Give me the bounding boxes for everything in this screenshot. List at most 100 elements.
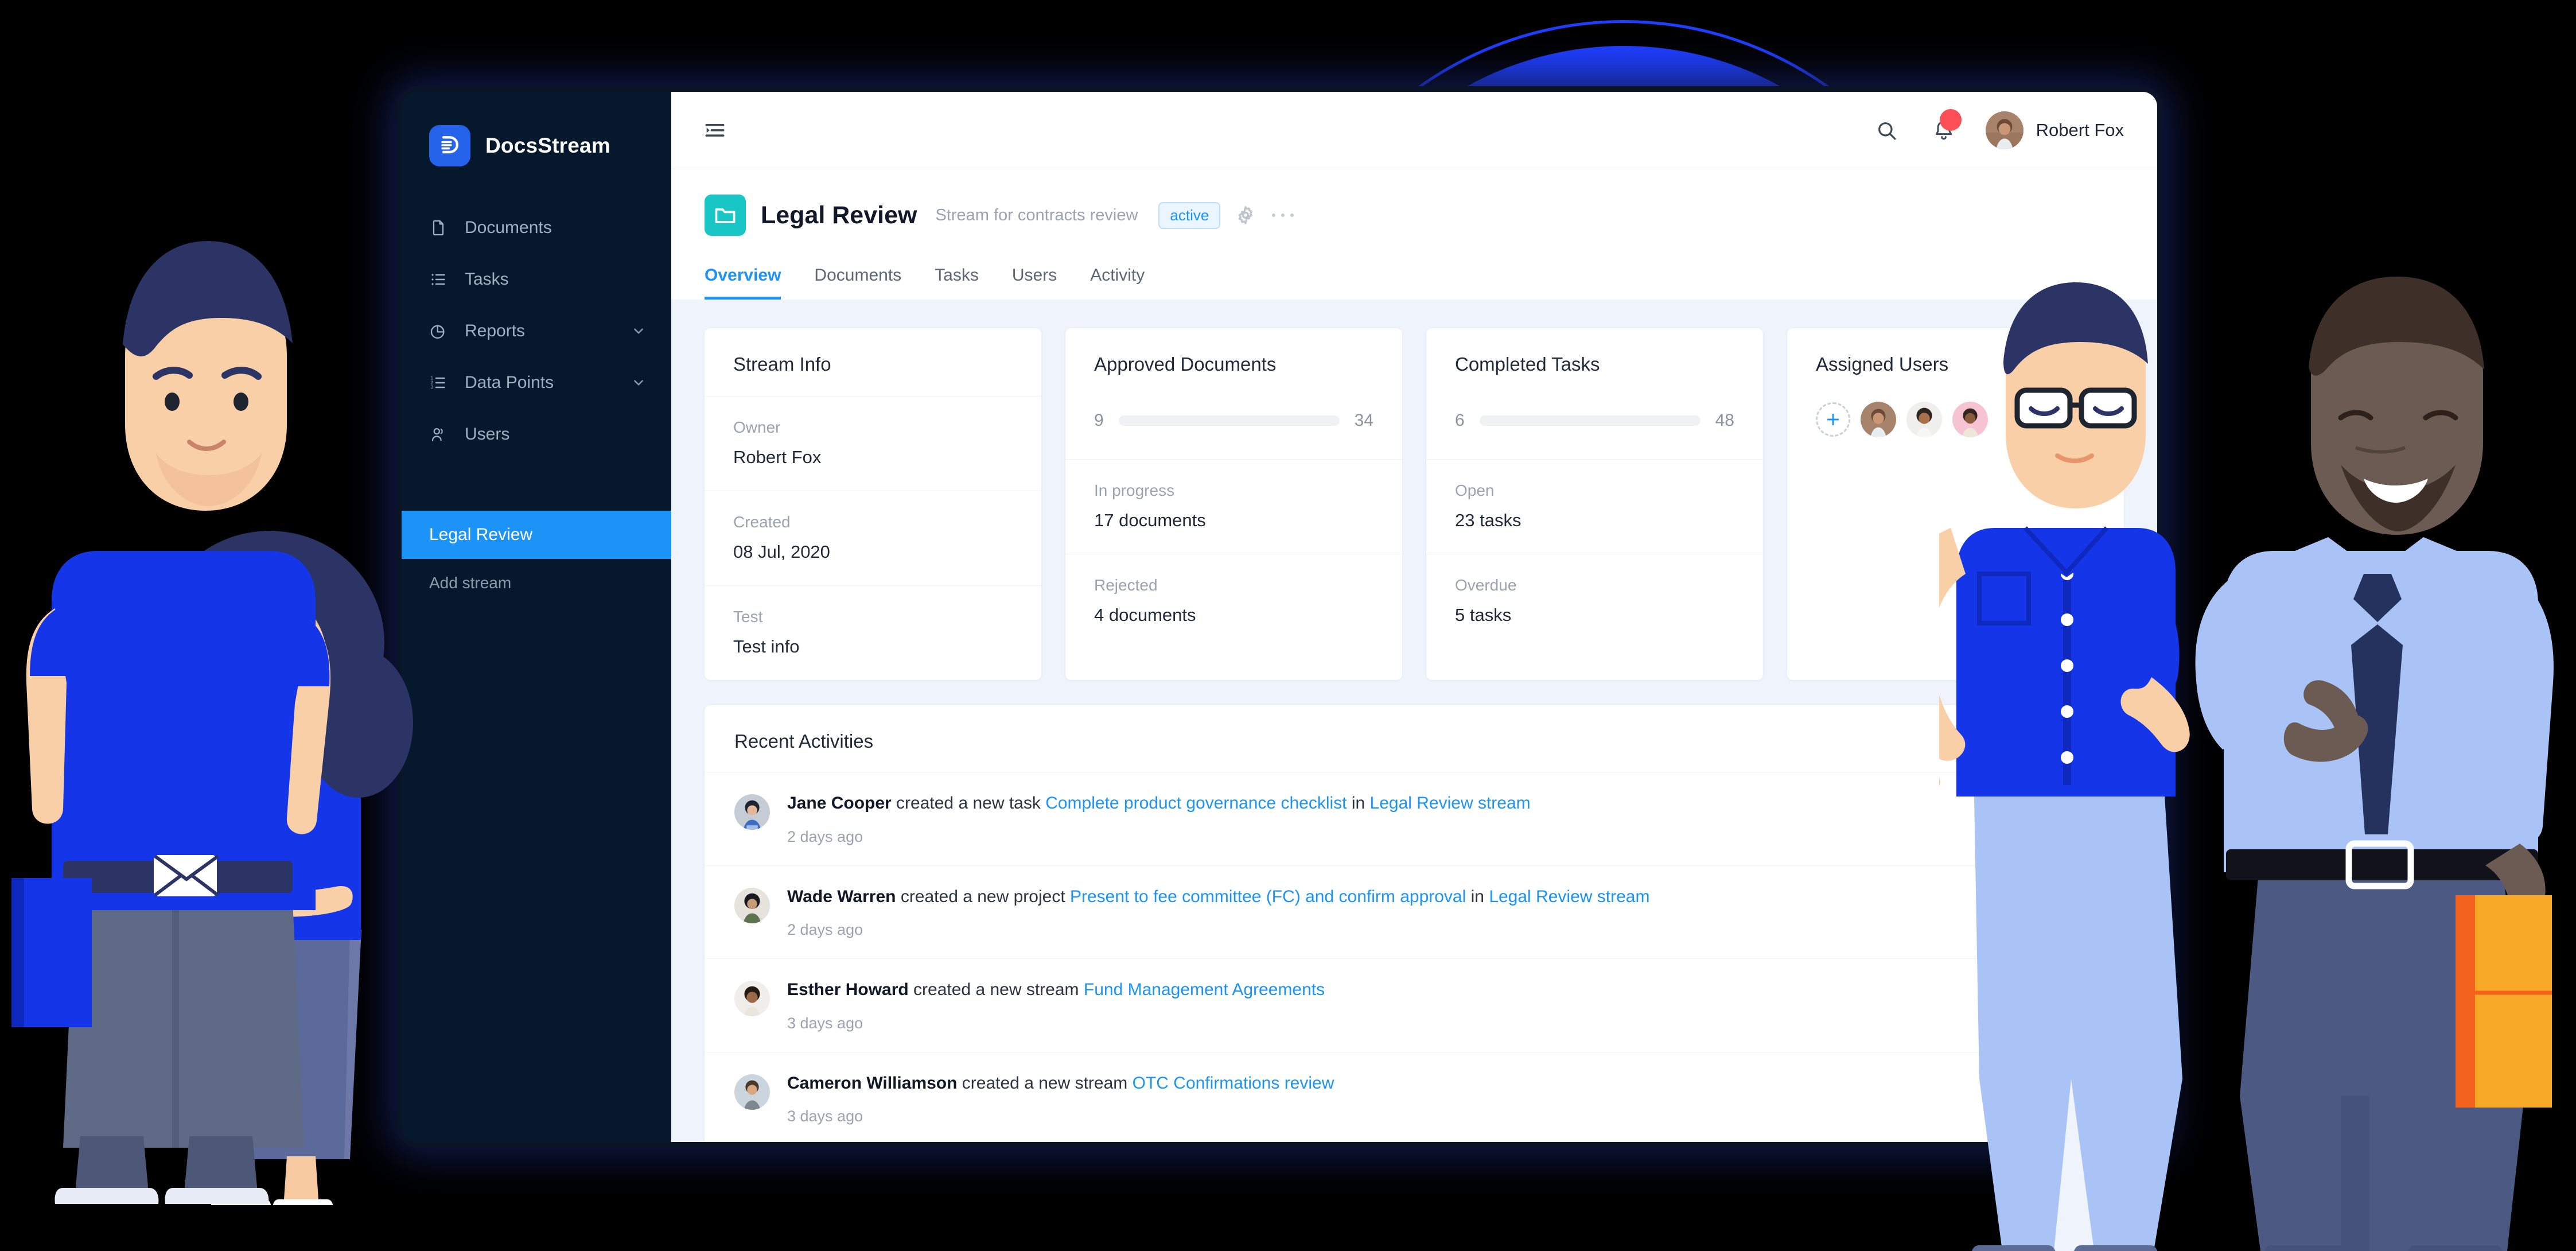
sidebar-item-label: Reports (465, 321, 526, 340)
page-subtitle: Stream for contracts review (935, 205, 1138, 224)
stream-info-test-row: Test Test info (705, 585, 1041, 680)
card-approved-documents: Approved Documents 9 34 In progress 17 d… (1065, 328, 1402, 680)
progress-track (1479, 415, 1701, 426)
svg-text:3: 3 (431, 385, 434, 390)
card-completed-tasks: Completed Tasks 6 48 Open 23 tasks Overd… (1426, 328, 1763, 680)
progress-current: 6 (1455, 411, 1465, 430)
activity-link[interactable]: Present to fee committee (FC) and confir… (1070, 887, 1466, 906)
sidebar-stream-label: Legal Review (429, 525, 533, 544)
numbered-list-icon: 123 (429, 374, 454, 392)
screenshot-stage: DocsStream Documents Tasks Reports 1 2 3… (0, 0, 2576, 1251)
activity-row: Jane Cooper created a new task Complete … (705, 772, 2124, 865)
brand[interactable]: DocsStream (402, 117, 671, 174)
progress-total: 48 (1715, 411, 1734, 430)
avatar (734, 887, 770, 923)
row-label: Owner (733, 418, 781, 436)
row-value: Robert Fox (733, 447, 822, 467)
sidebar-item-documents[interactable]: Documents (402, 202, 671, 254)
pie-chart-icon (429, 322, 454, 340)
list-icon (429, 270, 454, 289)
chevron-down-icon (634, 328, 643, 334)
card-title: Completed Tasks (1455, 353, 1600, 375)
activity-link[interactable]: Fund Management Agreements (1084, 980, 1325, 999)
approved-documents-inprogress-row: In progress 17 documents (1065, 459, 1402, 554)
add-stream-label: Add stream (429, 574, 512, 592)
add-stream-button[interactable]: Add stream (402, 559, 671, 607)
card-title: Assigned Users (1816, 353, 1949, 375)
app-screen: DocsStream Documents Tasks Reports 1 2 3… (402, 92, 2157, 1142)
sidebar-item-tasks[interactable]: Tasks (402, 254, 671, 305)
activity-row: Esther Howard created a new stream Fund … (705, 958, 2124, 1052)
sidebar-item-label: Documents (465, 218, 552, 237)
activity-action: created a new stream (957, 1073, 1133, 1093)
activity-link[interactable]: OTC Confirmations review (1133, 1074, 1334, 1093)
sidebar-stream-list: Legal Review Add stream (402, 511, 671, 607)
sidebar-item-data-points[interactable]: 123 Data Points (402, 357, 671, 409)
activity-link-secondary[interactable]: Legal Review stream (1489, 887, 1649, 906)
activity-user: Esther Howard (787, 980, 909, 999)
progress-current: 9 (1094, 411, 1104, 430)
sidebar-item-users[interactable]: Users (402, 409, 671, 460)
row-label: In progress (1094, 481, 1175, 499)
sidebar-nav: Documents Tasks Reports 1 2 3 Data Point… (402, 202, 671, 460)
folder-icon (705, 195, 746, 236)
card-stream-info: Stream Info Owner Robert Fox Created 08 … (705, 328, 1041, 680)
page-header: Legal Review Stream for contracts review… (671, 169, 2157, 300)
activity-user: Cameron Williamson (787, 1073, 958, 1093)
row-label: Overdue (1455, 576, 1517, 594)
tab-documents[interactable]: Documents (814, 266, 901, 300)
avatar (1985, 111, 2024, 149)
completed-tasks-overdue-row: Overdue 5 tasks (1426, 554, 1763, 648)
topbar: Robert Fox (671, 92, 2157, 169)
activity-time: 2 days ago (787, 827, 863, 845)
card-header: Stream Info (705, 328, 1041, 396)
assigned-users-spacer (1787, 463, 2124, 530)
more-horizontal-icon[interactable] (1271, 211, 1295, 219)
activity-link[interactable]: Complete product governance checklist (1045, 794, 1347, 813)
tab-overview[interactable]: Overview (705, 266, 781, 300)
brand-name: DocsStream (485, 134, 610, 157)
row-value: 17 documents (1094, 510, 1206, 530)
activity-body: Cameron Williamson created a new stream … (787, 1072, 2094, 1126)
activity-text: Esther Howard created a new stream Fund … (787, 980, 1325, 999)
assigned-users-avatars (1787, 396, 2124, 463)
topbar-actions: Robert Fox (1871, 109, 2124, 149)
card-title: Stream Info (733, 353, 831, 375)
row-value: 5 tasks (1455, 605, 1512, 625)
bell-icon[interactable] (1928, 109, 1962, 146)
sidebar-stream-legal-review[interactable]: Legal Review (402, 511, 671, 559)
status-badge[interactable]: active (1158, 201, 1221, 229)
recent-activities-panel: Recent Activities All Activities Jane Co… (705, 705, 2124, 1142)
tab-users[interactable]: Users (1012, 266, 1057, 300)
collapse-menu-icon[interactable] (700, 115, 730, 145)
row-label: Test (733, 608, 763, 626)
activity-time: 3 days ago (787, 1014, 863, 1032)
tab-tasks[interactable]: Tasks (935, 266, 979, 300)
main-panel: Robert Fox Legal Review Stream for contr… (671, 92, 2157, 1142)
gear-icon[interactable] (1235, 205, 1256, 226)
row-value: 08 Jul, 2020 (733, 542, 830, 562)
avatar (734, 1074, 770, 1110)
all-activities-link[interactable]: All Activities (2006, 732, 2094, 751)
progress-track (1118, 415, 1340, 426)
avatar[interactable] (1906, 402, 1942, 437)
user-menu[interactable]: Robert Fox (1985, 111, 2124, 149)
stream-info-owner-row: Owner Robert Fox (705, 396, 1041, 491)
page-title-row: Legal Review Stream for contracts review… (705, 195, 2124, 236)
row-label: Created (733, 513, 791, 531)
content-area: Stream Info Owner Robert Fox Created 08 … (671, 300, 2157, 1142)
avatar[interactable] (1952, 402, 1988, 437)
tab-activity[interactable]: Activity (1090, 266, 1145, 300)
activity-row: Cameron Williamson created a new stream … (705, 1051, 2124, 1143)
activity-body: Esther Howard created a new stream Fund … (787, 978, 2094, 1032)
sidebar-item-reports[interactable]: Reports (402, 305, 671, 357)
activity-action: created a new project (896, 887, 1070, 906)
activity-link-secondary[interactable]: Legal Review stream (1370, 794, 1531, 813)
activity-text: Jane Cooper created a new task Complete … (787, 794, 1531, 813)
add-user-button[interactable] (1816, 402, 1850, 437)
recent-activities-title: Recent Activities (734, 731, 874, 752)
activity-time: 3 days ago (787, 1108, 863, 1125)
plus-icon (1827, 413, 1839, 426)
avatar[interactable] (1861, 402, 1896, 437)
search-icon[interactable] (1871, 115, 1902, 146)
